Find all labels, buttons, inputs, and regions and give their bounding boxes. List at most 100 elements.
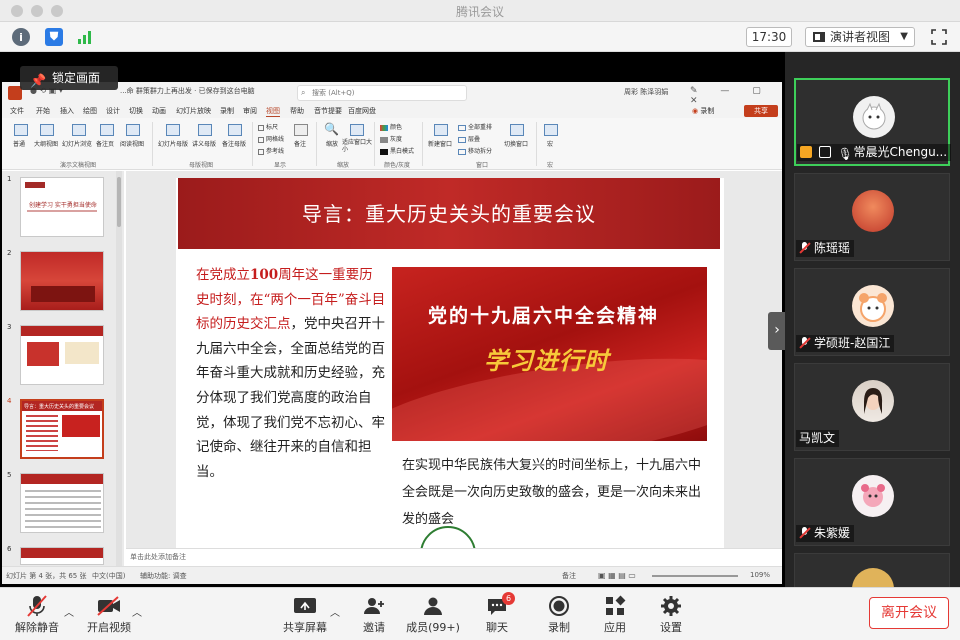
gridlines-checkbox[interactable]: 网格线 <box>258 134 284 143</box>
fullscreen-icon[interactable] <box>931 29 947 45</box>
notes-toggle-icon[interactable] <box>294 124 308 136</box>
switch-window-icon[interactable] <box>510 124 524 136</box>
ribbon-slide-sorter[interactable]: 幻灯片浏览 <box>62 139 92 148</box>
ribbon-notes[interactable]: 备注 <box>294 139 306 148</box>
menu-design[interactable]: 设计 <box>106 106 120 116</box>
menu-home[interactable]: 开始 <box>36 106 50 116</box>
members-button[interactable]: 成员(99+) <box>404 594 462 635</box>
invite-button[interactable]: 邀请 <box>345 594 403 635</box>
menu-record[interactable]: 录制 <box>220 106 234 116</box>
mic-options-chevron-icon[interactable]: ︿ <box>64 604 74 619</box>
move-split-button[interactable]: 移动拆分 <box>458 146 492 155</box>
fit-window-icon[interactable] <box>350 124 364 136</box>
menu-outline[interactable]: 音节提要 <box>314 106 342 116</box>
ribbon-outline[interactable]: 大纲视图 <box>34 139 58 148</box>
normal-view-icon[interactable] <box>14 124 28 136</box>
zoom-slider[interactable] <box>652 575 738 577</box>
slide-editor[interactable]: 导言：重大历史关头的重要会议 在党成立100周年这一重要历史时刻，在“两个一百年… <box>126 171 782 548</box>
slide-thumbnail-3[interactable] <box>20 325 104 385</box>
ribbon-reading-view[interactable]: 阅读视图 <box>120 139 144 148</box>
ppt-share-button[interactable]: 共享 <box>744 105 778 117</box>
participant-tile[interactable]: 陈瑶瑶 <box>794 173 950 261</box>
apps-button[interactable]: 应用 <box>586 594 644 635</box>
new-window-icon[interactable] <box>434 124 448 136</box>
ruler-checkbox[interactable]: 标尺 <box>258 122 278 131</box>
menu-view[interactable]: 视图 <box>266 106 280 117</box>
ribbon-zoom[interactable]: 缩放 <box>326 139 338 148</box>
notes-page-icon[interactable] <box>100 124 114 136</box>
reading-view-icon[interactable] <box>126 124 140 136</box>
shield-icon[interactable]: ⛊ <box>45 28 63 46</box>
outline-view-icon[interactable] <box>40 124 54 136</box>
settings-button[interactable]: 设置 <box>642 594 700 635</box>
leave-meeting-button[interactable]: 离开会议 <box>869 597 949 629</box>
grayscale-button[interactable]: 灰度 <box>380 134 402 143</box>
slide-sorter-icon[interactable] <box>72 124 86 136</box>
notes-master-icon[interactable] <box>228 124 242 136</box>
macros-icon[interactable] <box>544 124 558 136</box>
record-button[interactable]: 录制 <box>530 594 588 635</box>
ppt-user-name[interactable]: 周彩 陈泽羽娟 <box>624 87 668 97</box>
handout-master-icon[interactable] <box>198 124 212 136</box>
chat-button[interactable]: 6 聊天 <box>468 592 526 635</box>
slide-thumbnail-6[interactable] <box>20 547 104 565</box>
cascade-button[interactable]: 层叠 <box>458 134 480 143</box>
participant-tile[interactable] <box>794 553 950 587</box>
color-mode-button[interactable]: 颜色 <box>380 122 402 131</box>
menu-slideshow[interactable]: 幻灯片放映 <box>176 106 211 116</box>
menu-insert[interactable]: 插入 <box>60 106 74 116</box>
slide-thumbnail-5[interactable] <box>20 473 104 533</box>
zoom-icon[interactable]: 🔍 <box>324 122 339 136</box>
info-icon[interactable]: i <box>12 28 30 46</box>
share-options-chevron-icon[interactable]: ︿ <box>330 604 340 619</box>
thumbnail-scrollbar[interactable] <box>116 171 122 566</box>
menu-review[interactable]: 审阅 <box>243 106 257 116</box>
slide-right-text[interactable]: 在实现中华民族伟大复兴的时间坐标上，十九届六中全会既是一次向历史致敬的盛会，更是… <box>402 452 702 533</box>
menu-baidu-netdisk[interactable]: 百度网盘 <box>348 106 376 116</box>
slide-4[interactable]: 导言：重大历史关头的重要会议 在党成立100周年这一重要历史时刻，在“两个一百年… <box>176 178 724 548</box>
slide-left-text[interactable]: 在党成立100周年这一重要历史时刻，在“两个一百年”奋斗目标的历史交汇点，党中央… <box>196 263 386 484</box>
ribbon-handout-master[interactable]: 讲义母版 <box>192 139 216 148</box>
accessibility-status[interactable]: 辅助功能: 调查 <box>140 571 187 581</box>
menu-draw[interactable]: 绘图 <box>83 106 97 116</box>
ribbon-notes-page[interactable]: 备注页 <box>96 139 114 148</box>
lock-screen-button[interactable]: 📌 锁定画面 <box>20 66 118 90</box>
menu-file[interactable]: 文件 <box>10 106 24 116</box>
menu-animations[interactable]: 动画 <box>152 106 166 116</box>
collapse-gallery-button[interactable]: › <box>768 312 786 350</box>
unmute-button[interactable]: 解除静音 <box>8 594 66 635</box>
ribbon-macros[interactable]: 宏 <box>547 139 553 148</box>
ribbon-new-window[interactable]: 新建窗口 <box>428 139 452 148</box>
slide-thumbnail-1[interactable]: 创建学习 实干勇担当使命 <box>20 177 104 237</box>
share-screen-button[interactable]: 共享屏幕 <box>276 594 334 635</box>
guides-checkbox[interactable]: 参考线 <box>258 146 284 155</box>
participant-tile[interactable]: 马凯文 <box>794 363 950 451</box>
ribbon-normal[interactable]: 普通 <box>13 139 25 148</box>
ribbon-slide-master[interactable]: 幻灯片母版 <box>158 139 188 148</box>
ppt-record-button[interactable]: ◉ 录制 <box>692 105 728 117</box>
language-status[interactable]: 中文(中国) <box>92 571 125 581</box>
slide-thumbnail-4[interactable]: 导言：重大历史关头的重要会议 <box>20 399 104 459</box>
slide-master-icon[interactable] <box>166 124 180 136</box>
participant-tile[interactable]: 🎙 常晨光Chengu... <box>794 78 952 166</box>
slide-thumbnail-2[interactable] <box>20 251 104 311</box>
arrange-all-button[interactable]: 全部重排 <box>458 122 492 131</box>
ribbon-fit-window[interactable]: 适应窗口大小 <box>342 139 372 153</box>
view-switcher-icons[interactable]: ▣ ▦ ▤ ▭ <box>598 571 636 580</box>
start-video-button[interactable]: 开启视频 <box>80 594 138 635</box>
ppt-window-controls[interactable]: ✎ — ▢ ✕ <box>690 86 782 106</box>
menu-help[interactable]: 帮助 <box>290 106 304 116</box>
ribbon-switch-window[interactable]: 切换窗口 <box>504 139 528 148</box>
speaker-notes[interactable]: 单击此处添加备注 <box>126 548 782 566</box>
notes-toggle[interactable]: 备注 <box>562 571 576 581</box>
ppt-search-box[interactable]: ⌕ 搜索 (Alt+Q) <box>297 85 467 101</box>
participant-tile[interactable]: 学硕班-赵国江 <box>794 268 950 356</box>
study-banner-image[interactable]: 党的十九届六中全会精神 学习进行时 <box>392 267 707 441</box>
video-options-chevron-icon[interactable]: ︿ <box>132 604 142 619</box>
view-mode-dropdown[interactable]: 演讲者视图 ▼ <box>805 27 915 47</box>
signal-icon[interactable] <box>78 30 94 44</box>
menu-transitions[interactable]: 切换 <box>129 106 143 116</box>
black-white-button[interactable]: 黑白模式 <box>380 146 414 155</box>
participant-tile[interactable]: 朱紫媛 <box>794 458 950 546</box>
ribbon-notes-master[interactable]: 备注母版 <box>222 139 246 148</box>
